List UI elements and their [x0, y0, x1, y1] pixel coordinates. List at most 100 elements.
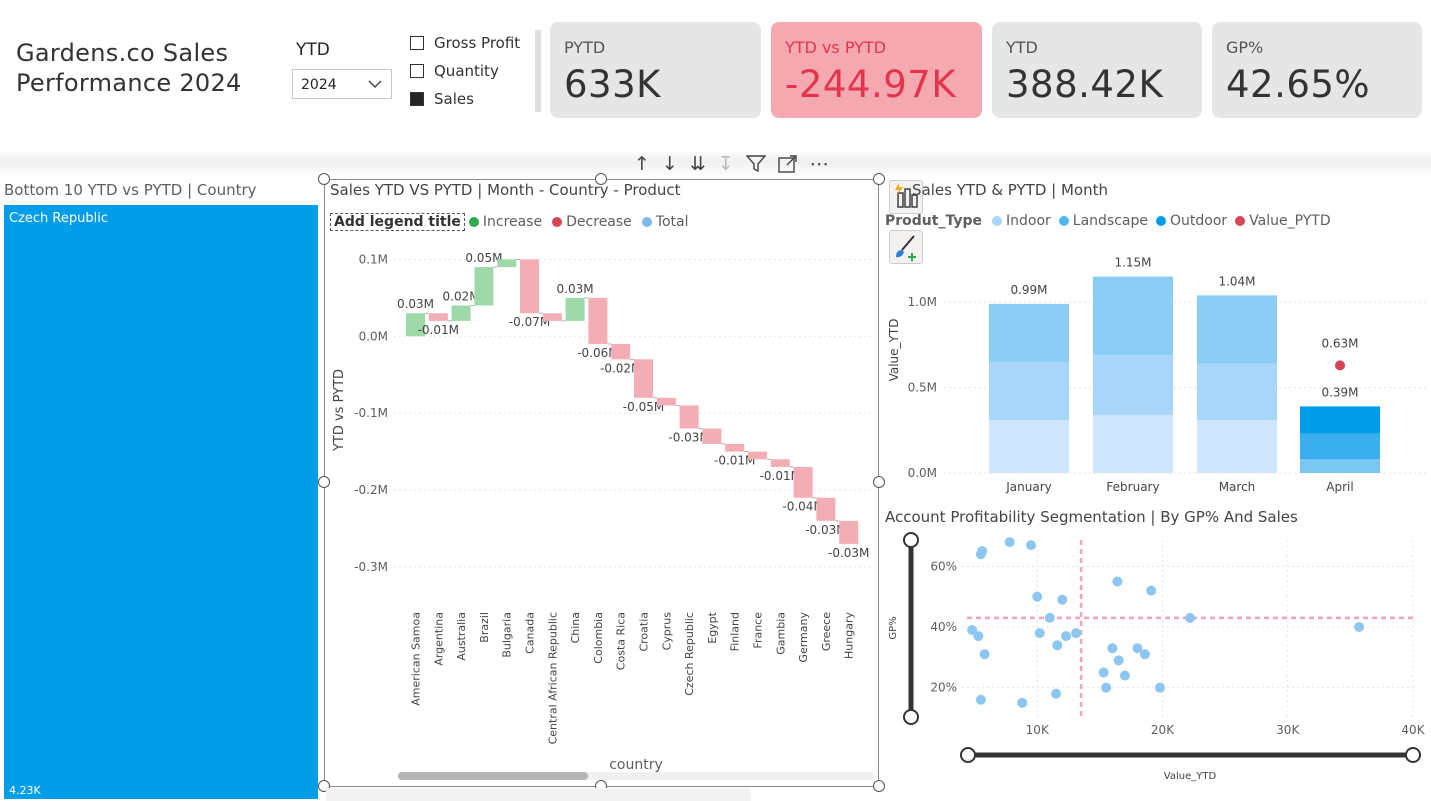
legend-value-pytd-label: Value_PYTD	[1249, 213, 1331, 229]
more-options-icon[interactable]: ⋯	[810, 153, 829, 175]
x-tick-label: American Samoa	[410, 612, 423, 706]
monthly-chart-legend: Produt_Type Indoor Landscape Outdoor Val…	[885, 213, 1331, 229]
measure-option-label: Sales	[434, 90, 474, 108]
measure-option-quantity[interactable]: Quantity	[410, 62, 499, 80]
slicer-scrollbar[interactable]	[535, 30, 541, 112]
scatter-point	[1098, 667, 1109, 678]
y-tick-label: 60%	[930, 559, 957, 573]
y-zoom-slider-handle[interactable]	[903, 709, 919, 725]
legend-indoor-label: Indoor	[1006, 213, 1051, 229]
x-zoom-slider-handle[interactable]	[1405, 747, 1421, 763]
scatter-point	[1101, 682, 1112, 693]
checkbox-icon[interactable]	[410, 36, 424, 50]
scatter-point	[1017, 697, 1028, 708]
stacked-segment-outdoor	[1300, 406, 1380, 434]
year-dropdown[interactable]: 2024	[292, 69, 392, 99]
x-tick-label: China	[569, 612, 582, 643]
scatter-point	[1071, 628, 1082, 639]
year-dropdown-value: 2024	[301, 77, 337, 93]
measure-option-sales[interactable]: Sales	[410, 90, 474, 108]
stacked-segment-indoor	[1093, 414, 1173, 473]
monthly-stacked-chart[interactable]: 0.0M 0.5M 1.0M Value_YTD 0.99M January 1.15M Fe…	[882, 240, 1431, 500]
resize-handle-left[interactable]	[318, 476, 330, 488]
treemap-title: Bottom 10 YTD vs PYTD | Country	[4, 181, 257, 199]
waterfall-bar	[565, 297, 585, 321]
waterfall-title: Sales YTD VS PYTD | Month - Country - Pr…	[330, 181, 681, 199]
stacked-segment-indoor	[989, 420, 1069, 473]
scatter-point	[1052, 640, 1063, 651]
x-zoom-slider-handle[interactable]	[960, 747, 976, 763]
scatter-point	[1044, 612, 1055, 623]
ytd-slicer-label: YTD	[296, 40, 330, 60]
total-label: 0.39M	[1321, 385, 1358, 399]
resize-handle-top-left[interactable]	[318, 173, 330, 185]
waterfall-scrollbar-track[interactable]	[398, 772, 874, 780]
waterfall-bar	[770, 459, 790, 467]
waterfall-bar	[542, 313, 562, 321]
legend-title-placeholder[interactable]: Add legend title	[330, 213, 465, 231]
waterfall-bar	[816, 497, 836, 521]
legend-increase-label: Increase	[482, 214, 543, 230]
filter-icon[interactable]	[745, 155, 766, 173]
waterfall-chart[interactable]: 0.1M 0.0M -0.1M -0.2M -0.3M YTD vs PYTD 0.03M A…	[326, 240, 878, 780]
waterfall-scrollbar-thumb[interactable]	[398, 772, 588, 780]
stacked-segment-landscape	[1300, 433, 1380, 460]
y-tick-label: 40%	[930, 620, 957, 634]
waterfall-bar	[451, 305, 471, 321]
checkbox-icon[interactable]	[410, 64, 424, 78]
stacked-segment-outdoor	[1093, 276, 1173, 356]
x-tick-label: Hungary	[843, 612, 856, 659]
expand-all-down-icon[interactable]: ↧	[718, 153, 734, 175]
x-tick-label: 40K	[1401, 723, 1425, 737]
legend-outdoor-icon	[1156, 216, 1166, 226]
scatter-point	[973, 631, 984, 642]
waterfall-bar	[793, 466, 813, 498]
resize-handle-top[interactable]	[595, 173, 607, 185]
x-tick-label: April	[1326, 480, 1353, 494]
data-label: 0.03M	[397, 297, 434, 311]
total-label: 0.99M	[1010, 283, 1047, 297]
data-label: 0.03M	[557, 282, 594, 296]
kpi-card-pytd: PYTD 633K	[550, 22, 761, 118]
drill-down-icon[interactable]: ↓	[662, 153, 678, 175]
x-tick-label: Costa Rica	[615, 612, 628, 670]
scatter-point	[1113, 655, 1124, 666]
expand-next-level-icon[interactable]: ⇊	[690, 153, 706, 175]
x-tick-label: Czech Republic	[683, 612, 696, 696]
checkbox-checked-icon[interactable]	[410, 92, 424, 106]
x-tick-label: 20K	[1151, 723, 1175, 737]
legend-landscape-label: Landscape	[1072, 213, 1148, 229]
y-tick-label: 0.0M	[908, 466, 937, 480]
scatter-point	[1185, 612, 1196, 623]
report-title: Gardens.co Sales Performance 2024	[16, 38, 276, 98]
treemap-tile-czech-republic[interactable]: Czech Republic 4.23K	[4, 205, 318, 799]
x-tick-label: Australia	[455, 612, 468, 661]
x-tick-label: 30K	[1276, 723, 1300, 737]
focus-mode-icon[interactable]	[777, 155, 798, 173]
waterfall-bar	[656, 397, 676, 406]
waterfall-bar	[748, 451, 767, 460]
y-zoom-slider-handle[interactable]	[903, 532, 919, 548]
resize-handle-top-right[interactable]	[873, 173, 885, 185]
kpi-value: 388.42K	[1006, 63, 1164, 106]
scatter-chart[interactable]: 20% 40% 60% 10K 20K 30K 40K GP% Value_YTD	[882, 528, 1431, 801]
x-tick-label: Finland	[729, 612, 742, 651]
waterfall-bar	[634, 359, 653, 398]
kpi-label: PYTD	[564, 38, 606, 57]
scatter-point	[1051, 688, 1062, 699]
stacked-segment-outdoor	[1197, 295, 1277, 364]
kpi-label: YTD vs PYTD	[785, 38, 887, 57]
kpi-label: YTD	[1006, 38, 1038, 57]
visual-header-toolbar: ↑ ↓ ⇊ ↧ ⋯	[634, 153, 829, 175]
waterfall-bar	[497, 259, 517, 268]
treemap-tile-value: 4.23K	[9, 784, 41, 797]
scatter-point	[977, 546, 988, 557]
drill-up-icon[interactable]: ↑	[634, 153, 650, 175]
waterfall-bar	[702, 428, 722, 444]
scatter-point	[975, 694, 986, 705]
x-tick-label: France	[752, 612, 765, 649]
kpi-label: GP%	[1226, 38, 1264, 57]
measure-option-gross-profit[interactable]: Gross Profit	[410, 34, 520, 52]
stacked-segment-indoor	[1197, 420, 1277, 473]
kpi-card-gp-percent: GP% 42.65%	[1212, 22, 1422, 118]
